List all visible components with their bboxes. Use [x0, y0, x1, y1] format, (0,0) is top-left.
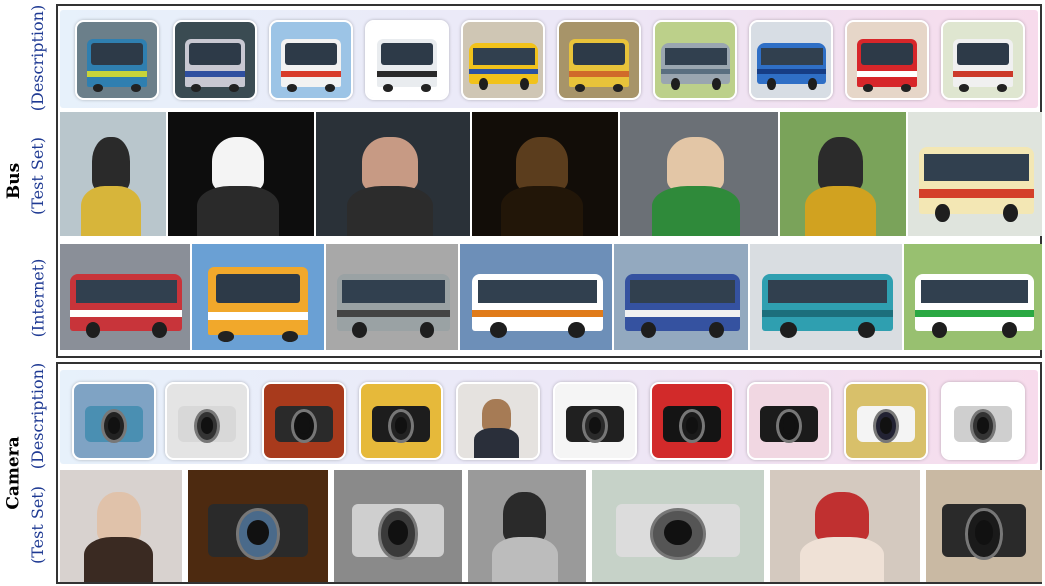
bus-desc-image — [269, 20, 353, 100]
cam-desc-image — [262, 382, 346, 460]
category-label-camera: Camera — [4, 436, 25, 510]
cam-test-image — [592, 470, 764, 582]
cam-desc-image — [456, 382, 540, 460]
bus-net-image — [904, 244, 1042, 350]
bus-test-image — [168, 112, 314, 236]
bus-net-image — [326, 244, 458, 350]
cam-desc-image — [359, 382, 443, 460]
cam-desc-image — [72, 382, 156, 460]
cam-desc-image — [553, 382, 637, 460]
bus-desc-image — [749, 20, 833, 100]
row-label-bus-internet: (Internet) — [28, 258, 48, 338]
bus-test-image — [620, 112, 778, 236]
category-label-bus: Bus — [4, 162, 24, 200]
bus-desc-image — [941, 20, 1025, 100]
bus-test-image — [60, 112, 166, 236]
bus-net-image — [192, 244, 324, 350]
cam-test-image — [60, 470, 182, 582]
cam-test-image — [770, 470, 920, 582]
bus-net-image — [614, 244, 748, 350]
bus-test-image — [316, 112, 470, 236]
row-label-bus-test-set: (Test Set) — [28, 137, 47, 215]
bus-desc-image — [365, 20, 449, 100]
bus-desc-image — [845, 20, 929, 100]
cam-desc-image — [165, 382, 249, 460]
bus-net-image — [750, 244, 902, 350]
bus-net-image — [460, 244, 612, 350]
bus-test-image — [780, 112, 906, 236]
bus-net-image — [60, 244, 190, 350]
bus-desc-image — [173, 20, 257, 100]
row-label-camera-description: (Description) — [28, 362, 48, 470]
bus-desc-image — [653, 20, 737, 100]
bus-panel — [56, 4, 1042, 358]
cam-test-image — [926, 470, 1042, 582]
row-label-bus-description: (Description) — [28, 4, 48, 112]
bus-test-image — [908, 112, 1042, 236]
bus-desc-image — [461, 20, 545, 100]
cam-test-image — [334, 470, 462, 582]
cam-desc-image — [747, 382, 831, 460]
row-label-camera-test-set: (Test Set) — [28, 486, 47, 564]
cam-desc-image — [844, 382, 928, 460]
camera-panel — [56, 362, 1042, 584]
cam-desc-image — [941, 382, 1025, 460]
bus-desc-image — [75, 20, 159, 100]
cam-test-image — [188, 470, 328, 582]
cam-test-image — [468, 470, 586, 582]
bus-test-image — [472, 112, 618, 236]
bus-desc-image — [557, 20, 641, 100]
cam-desc-image — [650, 382, 734, 460]
